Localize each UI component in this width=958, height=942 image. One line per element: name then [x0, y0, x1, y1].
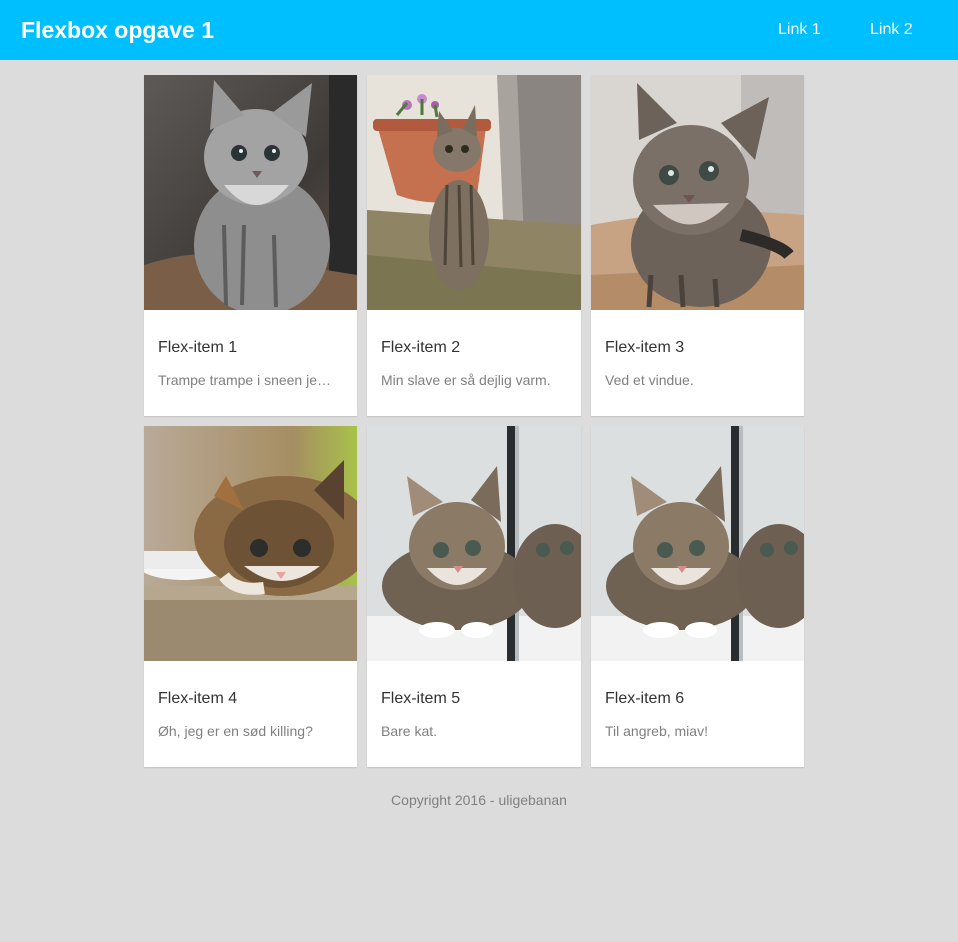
flex-item-card-3[interactable]: Flex-item 3 Ved et vindue.	[591, 75, 804, 416]
kitten-photo-1	[144, 75, 357, 310]
footer-copyright: Copyright 2016 - uligebanan	[391, 792, 567, 808]
card-title: Flex-item 2	[381, 339, 461, 356]
card-text: Ved et vindue.	[605, 372, 694, 388]
flex-item-card-1[interactable]: Flex-item 1 Trampe trampe i sneen je…	[144, 75, 357, 416]
page-title: Flexbox opgave 1	[21, 17, 215, 43]
card-text: Trampe trampe i sneen je…	[158, 372, 331, 388]
kitten-photo-2	[367, 75, 581, 310]
card-text: Til angreb, miav!	[605, 723, 708, 739]
card-title: Flex-item 3	[605, 339, 685, 356]
card-text: Bare kat.	[381, 723, 438, 739]
card-text: Øh, jeg er en sød killing?	[158, 723, 313, 739]
flex-item-card-4[interactable]: Flex-item 4 Øh, jeg er en sød killing?	[144, 426, 357, 767]
flex-item-card-2[interactable]: Flex-item 2 Min slave er så dejlig varm.	[367, 75, 581, 416]
kitten-photo-4	[144, 426, 357, 661]
card-title: Flex-item 5	[381, 690, 461, 707]
nav-link-2[interactable]: Link 2	[870, 20, 913, 40]
kitten-photo-3	[591, 75, 804, 310]
kitten-photo-6	[591, 426, 804, 661]
card-title: Flex-item 6	[605, 690, 685, 707]
card-title: Flex-item 4	[158, 690, 238, 707]
nav-link-1[interactable]: Link 1	[778, 20, 821, 40]
flex-item-card-5[interactable]: Flex-item 5 Bare kat.	[367, 426, 581, 767]
flex-item-card-6[interactable]: Flex-item 6 Til angreb, miav!	[591, 426, 804, 767]
card-text: Min slave er så dejlig varm.	[381, 372, 551, 388]
kitten-photo-5	[367, 426, 581, 661]
flex-grid: Flex-item 1 Trampe trampe i sneen je… Fl…	[144, 75, 804, 767]
card-title: Flex-item 1	[158, 339, 238, 356]
top-navbar: Flexbox opgave 1 Link 1 Link 2	[0, 0, 958, 60]
